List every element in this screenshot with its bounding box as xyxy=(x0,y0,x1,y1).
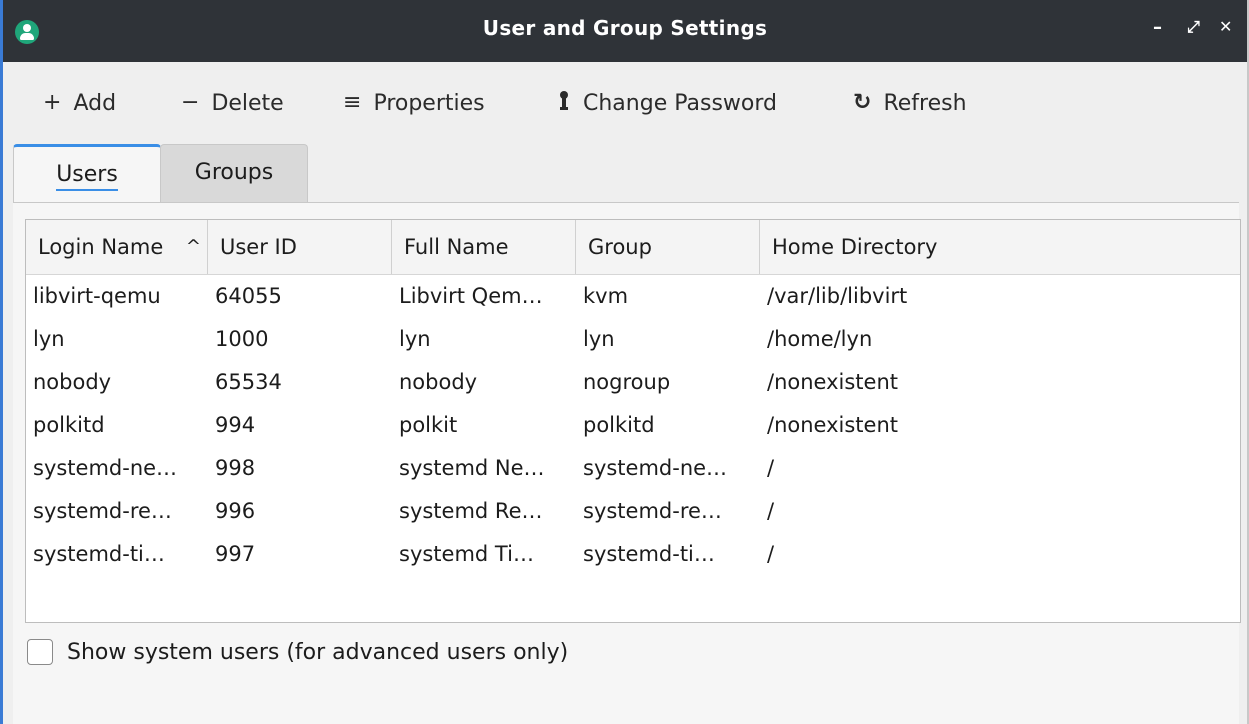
table-cell: systemd Re… xyxy=(399,499,543,523)
table-cell: /var/lib/libvirt xyxy=(767,284,908,308)
maximize-icon[interactable]: ⤢ xyxy=(1187,17,1200,37)
table-cell: lyn xyxy=(399,327,431,351)
table-cell: 65534 xyxy=(215,370,282,394)
properties-button[interactable]: ≡ Properties xyxy=(343,88,485,118)
table-row[interactable]: systemd-ti… 997 systemd Ti… systemd-ti… / xyxy=(26,533,1240,576)
column-header-label: User ID xyxy=(220,235,297,259)
sort-ascending-icon: ^ xyxy=(185,236,201,257)
minimize-icon[interactable]: – xyxy=(1153,17,1162,38)
delete-label: Delete xyxy=(211,90,284,116)
tab-users-label: Users xyxy=(56,162,118,191)
show-system-users-label: Show system users (for advanced users on… xyxy=(67,639,569,665)
properties-label: Properties xyxy=(373,90,485,116)
table-cell: / xyxy=(767,542,775,566)
column-header-home-directory[interactable]: Home Directory xyxy=(760,220,1240,274)
table-cell: 996 xyxy=(215,499,256,523)
table-cell: 997 xyxy=(215,542,256,566)
table-cell: polkit xyxy=(399,413,458,437)
table-row[interactable]: systemd-re… 996 systemd Re… systemd-re… / xyxy=(26,490,1240,533)
table-cell: nobody xyxy=(399,370,478,394)
users-table[interactable]: Login Name ^ User ID Full Name Group Hom… xyxy=(25,219,1241,623)
users-panel: Login Name ^ User ID Full Name Group Hom… xyxy=(13,202,1241,724)
column-header-full-name[interactable]: Full Name xyxy=(392,220,576,274)
column-header-label: Group xyxy=(588,235,652,259)
window-title: User and Group Settings xyxy=(482,16,768,40)
table-cell: libvirt-qemu xyxy=(33,284,161,308)
refresh-icon: ↻ xyxy=(853,90,872,115)
tab-groups[interactable]: Groups xyxy=(160,144,308,202)
table-row[interactable]: systemd-ne… 998 systemd Ne… systemd-ne… / xyxy=(26,447,1240,490)
table-cell: systemd Ti… xyxy=(399,542,534,566)
tab-bar: Users Groups xyxy=(13,144,1247,202)
table-cell: lyn xyxy=(583,327,615,351)
table-cell: kvm xyxy=(583,284,629,308)
tab-groups-label: Groups xyxy=(194,160,274,185)
table-cell: lyn xyxy=(33,327,65,351)
table-cell: systemd-re… xyxy=(583,499,722,523)
table-cell: nobody xyxy=(33,370,112,394)
column-header-login-name[interactable]: Login Name ^ xyxy=(26,220,208,274)
checkbox-box[interactable] xyxy=(27,639,53,665)
table-cell: 64055 xyxy=(215,284,282,308)
table-cell: /nonexistent xyxy=(767,413,898,437)
plus-icon: + xyxy=(43,90,62,115)
title-bar[interactable]: User and Group Settings – ⤢ ✕ xyxy=(3,0,1247,62)
refresh-button[interactable]: ↻ Refresh xyxy=(853,88,967,118)
close-icon[interactable]: ✕ xyxy=(1219,17,1232,36)
column-header-label: Login Name xyxy=(38,235,164,259)
table-row[interactable]: libvirt-qemu 64055 Libvirt Qem… kvm/var/lib… xyxy=(26,275,1240,318)
table-row[interactable]: nobody 65534 nobody nogroup/nonexistent xyxy=(26,361,1240,404)
column-header-label: Full Name xyxy=(404,235,509,259)
change-password-label: Change Password xyxy=(583,90,777,116)
table-cell: systemd-ne… xyxy=(583,456,728,480)
column-header-label: Home Directory xyxy=(772,235,938,259)
table-cell: systemd-re… xyxy=(33,499,172,523)
table-cell: systemd-ti… xyxy=(33,542,165,566)
table-row[interactable]: polkitd 994 polkit polkitd/nonexistent xyxy=(26,404,1240,447)
delete-button[interactable]: − Delete xyxy=(181,88,284,118)
table-cell: 994 xyxy=(215,413,256,437)
table-cell: /home/lyn xyxy=(767,327,873,351)
table-cell: 1000 xyxy=(215,327,269,351)
table-cell: Libvirt Qem… xyxy=(399,284,543,308)
table-cell: polkitd xyxy=(33,413,105,437)
minus-icon: − xyxy=(181,90,200,115)
toolbar: + Add − Delete ≡ Properties Change Passw… xyxy=(3,62,1247,144)
table-cell: systemd-ne… xyxy=(33,456,178,480)
table-cell: polkitd xyxy=(583,413,655,437)
table-cell: /nonexistent xyxy=(767,370,898,394)
add-label: Add xyxy=(73,90,117,116)
table-row[interactable]: lyn 1000 lyn lyn/home/lyn xyxy=(26,318,1240,361)
table-cell: / xyxy=(767,499,775,523)
user-group-settings-window: User and Group Settings – ⤢ ✕ + Add − De… xyxy=(0,0,1249,724)
tab-users[interactable]: Users xyxy=(13,144,161,202)
show-system-users-checkbox[interactable]: Show system users (for advanced users on… xyxy=(27,639,568,665)
column-header-group[interactable]: Group xyxy=(576,220,760,274)
key-icon xyxy=(557,90,571,117)
table-cell: systemd-ti… xyxy=(583,542,715,566)
column-header-user-id[interactable]: User ID xyxy=(208,220,392,274)
refresh-label: Refresh xyxy=(883,90,967,116)
table-cell: nogroup xyxy=(583,370,671,394)
table-header: Login Name ^ User ID Full Name Group Hom… xyxy=(26,220,1240,275)
add-button[interactable]: + Add xyxy=(43,88,116,118)
change-password-button[interactable]: Change Password xyxy=(557,88,777,118)
table-cell: / xyxy=(767,456,775,480)
list-icon: ≡ xyxy=(343,90,362,115)
table-cell: 998 xyxy=(215,456,256,480)
table-cell: systemd Ne… xyxy=(399,456,545,480)
